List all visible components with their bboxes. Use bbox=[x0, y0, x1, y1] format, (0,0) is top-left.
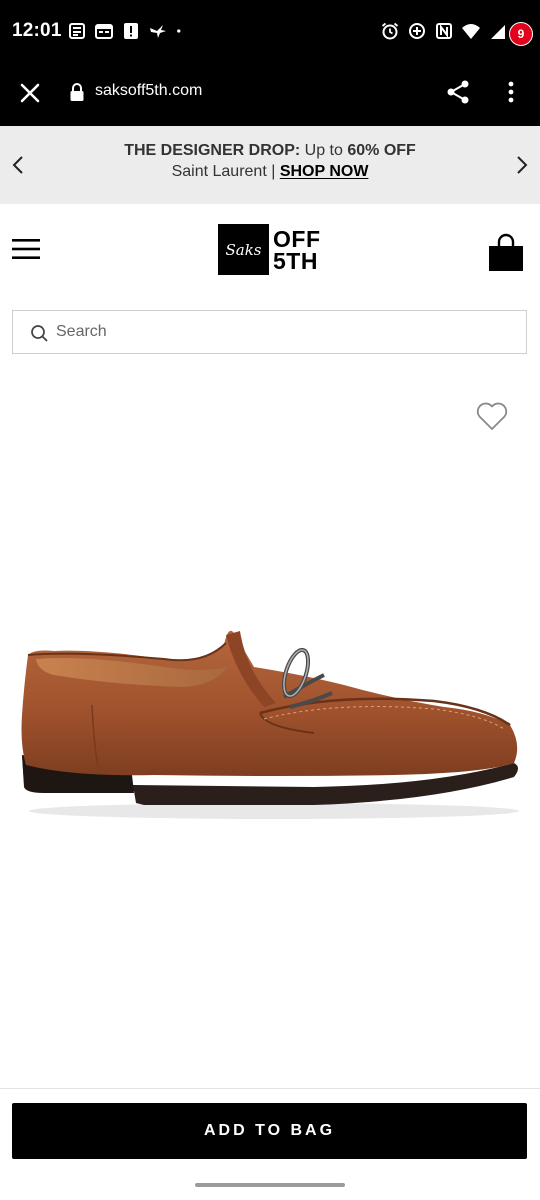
logo-line1: OFF bbox=[273, 225, 321, 252]
logo-wordmark: OFF 5TH bbox=[273, 225, 321, 274]
promo-headline: THE DESIGNER DROP: Up to 60% OFF bbox=[0, 142, 540, 160]
logo-mark: Saks bbox=[218, 224, 269, 275]
hamburger-menu-icon[interactable] bbox=[12, 237, 40, 261]
home-indicator[interactable] bbox=[195, 1183, 345, 1187]
product-image-area bbox=[0, 370, 540, 1088]
promo-headline-text: Up to bbox=[300, 142, 348, 159]
bird-icon bbox=[150, 25, 166, 38]
news-icon bbox=[69, 23, 85, 39]
promo-brand: Saint Laurent | bbox=[171, 163, 280, 180]
site-header: Saks OFF 5TH bbox=[0, 204, 540, 296]
search-input[interactable] bbox=[56, 317, 496, 347]
bottom-action-bar: ADD TO BAG bbox=[0, 1088, 540, 1200]
search-box bbox=[12, 310, 527, 354]
heart-outline-icon[interactable] bbox=[475, 400, 509, 432]
lock-icon bbox=[70, 83, 84, 101]
saks-off5th-logo[interactable]: Saks OFF 5TH bbox=[218, 224, 321, 275]
wifi-icon bbox=[462, 24, 480, 39]
alert-icon bbox=[124, 23, 138, 39]
shopping-bag-icon[interactable] bbox=[488, 232, 524, 272]
promo-headline-bold: THE DESIGNER DROP: bbox=[124, 142, 301, 159]
status-bar: 12:01 bbox=[0, 0, 540, 64]
logo-line2: 5TH bbox=[273, 247, 318, 274]
chevron-right-icon[interactable] bbox=[512, 152, 532, 178]
browser-toolbar: saksoff5th.com bbox=[0, 64, 540, 126]
status-left-icons bbox=[68, 22, 186, 40]
status-right-icons bbox=[381, 22, 528, 40]
url-text[interactable]: saksoff5th.com bbox=[95, 82, 202, 100]
data-saver-icon bbox=[409, 23, 425, 39]
nfc-icon bbox=[436, 23, 452, 39]
add-to-bag-button[interactable]: ADD TO BAG bbox=[12, 1103, 527, 1159]
search-icon bbox=[31, 325, 48, 342]
share-icon[interactable] bbox=[444, 78, 472, 106]
more-options-icon[interactable] bbox=[500, 78, 522, 106]
promo-subline: Saint Laurent | SHOP NOW bbox=[0, 163, 540, 181]
shop-now-link[interactable]: SHOP NOW bbox=[280, 163, 369, 180]
dot-icon bbox=[177, 29, 181, 33]
promo-banner: THE DESIGNER DROP: Up to 60% OFF Saint L… bbox=[0, 126, 540, 204]
product-image[interactable] bbox=[14, 615, 526, 825]
promo-headline-offer: 60% OFF bbox=[347, 142, 416, 159]
close-icon[interactable] bbox=[16, 79, 44, 107]
calendar-icon bbox=[95, 24, 113, 39]
alarm-icon bbox=[381, 22, 399, 40]
status-time: 12:01 bbox=[12, 20, 62, 41]
bag-count-badge: 9 bbox=[509, 22, 533, 46]
signal-icon bbox=[491, 25, 505, 39]
